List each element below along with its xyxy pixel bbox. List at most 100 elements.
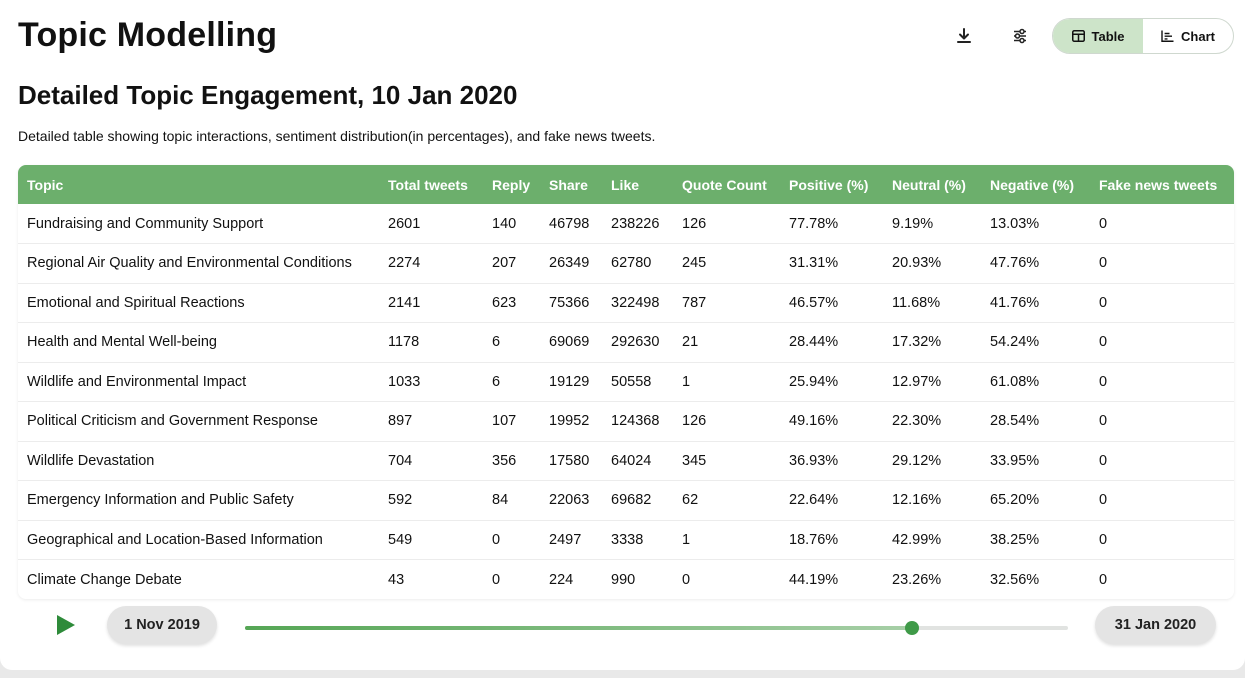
- column-header: Topic: [18, 165, 379, 204]
- table-cell: 26349: [540, 243, 602, 284]
- table-cell: 22.64%: [780, 480, 883, 521]
- table-cell: 47.76%: [981, 243, 1090, 284]
- download-button[interactable]: [952, 24, 976, 48]
- topic-cell: Emergency Information and Public Safety: [18, 480, 379, 521]
- table-cell: 36.93%: [780, 441, 883, 481]
- table-cell: 54.24%: [981, 322, 1090, 363]
- table-cell: 3338: [602, 520, 673, 560]
- timeline-slider[interactable]: [245, 621, 1068, 635]
- table-cell: 20.93%: [883, 243, 981, 284]
- table-cell: 84: [483, 480, 540, 521]
- table-row[interactable]: Wildlife and Environmental Impact 1033 6 19…: [18, 362, 1234, 402]
- engagement-table: Topic Total tweets Reply Share Like Quote Cou…: [18, 165, 1234, 599]
- table-cell: 69069: [540, 322, 602, 363]
- play-button[interactable]: [56, 614, 76, 636]
- table-cell: 44.19%: [789, 571, 839, 588]
- table-cell: 69682: [602, 480, 673, 521]
- column-header: Total tweets: [379, 165, 483, 204]
- table-icon: [1071, 30, 1085, 42]
- column-header: Negative (%): [981, 165, 1090, 204]
- table-cell: 32.56%: [990, 571, 1040, 588]
- table-row[interactable]: Fundraising and Community Support 2601 140…: [18, 204, 1234, 244]
- table-cell: 1: [673, 520, 780, 560]
- table-cell: 207: [483, 243, 540, 284]
- table-cell: 107: [483, 401, 540, 442]
- filter-settings-button[interactable]: [1008, 24, 1032, 48]
- topic-cell: Health and Mental Well-being: [18, 322, 379, 363]
- table-cell: 787: [673, 283, 780, 323]
- engagement-table-container: Topic Total tweets Reply Share Like Quote Cou…: [18, 165, 1234, 599]
- table-row[interactable]: Climate Change Debate 43 0 224 990 0 44.19% 23.…: [18, 560, 1234, 600]
- table-cell: 23.26%: [892, 571, 942, 588]
- table-cell: 549: [379, 520, 483, 560]
- table-cell: 19129: [540, 362, 602, 402]
- table-cell: 38.25%: [981, 520, 1090, 560]
- chart-view-label: Chart: [1181, 28, 1215, 44]
- table-cell: 75366: [540, 283, 602, 323]
- play-icon: [57, 615, 75, 635]
- table-row[interactable]: Emergency Information and Public Safety 5…: [18, 480, 1234, 521]
- table-cell: 28.54%: [981, 401, 1090, 442]
- table-cell: 12.16%: [883, 480, 981, 521]
- table-view-label: Table: [1091, 28, 1125, 44]
- table-view-button[interactable]: Table: [1053, 19, 1143, 53]
- table-cell: 62780: [602, 243, 673, 284]
- table-cell: 28.44%: [780, 322, 883, 363]
- table-cell: 322498: [602, 283, 673, 323]
- table-cell: 0: [492, 571, 501, 588]
- table-cell: 31.31%: [780, 243, 883, 284]
- table-row[interactable]: Regional Air Quality and Environmental C…: [18, 243, 1234, 284]
- app-title: Topic Modelling: [18, 16, 278, 54]
- table-row[interactable]: Health and Mental Well-being 1178 6 69069 29…: [18, 322, 1234, 363]
- table-cell: 0: [1099, 571, 1108, 588]
- table-cell: 1178: [379, 322, 483, 363]
- table-cell: 0: [1090, 441, 1234, 481]
- table-cell: 21: [673, 322, 780, 363]
- download-icon: [957, 28, 971, 43]
- table-cell: 22063: [540, 480, 602, 521]
- topic-cell: Emotional and Spiritual Reactions: [18, 283, 379, 323]
- table-cell: 704: [379, 441, 483, 481]
- table-cell: 11.68%: [883, 283, 981, 323]
- table-cell: 0: [1090, 480, 1234, 521]
- section-title: Detailed Topic Engagement, 10 Jan 2020: [18, 80, 518, 110]
- table-cell: 990: [611, 571, 636, 588]
- topic-cell: Wildlife Devastation: [18, 441, 379, 481]
- column-header: Neutral (%): [883, 165, 981, 204]
- table-cell: 65.20%: [981, 480, 1090, 521]
- table-cell: 13.03%: [981, 204, 1090, 244]
- chart-view-button[interactable]: Chart: [1143, 19, 1233, 53]
- view-toggle: Table Chart: [1052, 18, 1234, 54]
- table-cell: 29.12%: [883, 441, 981, 481]
- table-cell: 49.16%: [780, 401, 883, 442]
- topic-cell: Regional Air Quality and Environmental C…: [18, 243, 379, 284]
- table-cell: 18.76%: [780, 520, 883, 560]
- table-cell: 2497: [540, 520, 602, 560]
- timeline-slider-thumb[interactable]: [904, 621, 919, 635]
- column-header: Like: [602, 165, 673, 204]
- table-cell: 12.97%: [883, 362, 981, 402]
- end-date-label: 31 Jan 2020: [1095, 606, 1216, 644]
- table-row[interactable]: Emotional and Spiritual Reactions 2141 623…: [18, 283, 1234, 323]
- table-cell: 0: [1090, 362, 1234, 402]
- topic-cell: Fundraising and Community Support: [18, 204, 379, 244]
- table-cell: 41.76%: [981, 283, 1090, 323]
- table-cell: 224: [549, 571, 574, 588]
- table-cell: 0: [483, 520, 540, 560]
- table-cell: 245: [673, 243, 780, 284]
- start-date-label: 1 Nov 2019: [107, 606, 217, 644]
- main-card: Topic Modelling Table Chart Detailed Top…: [0, 0, 1245, 670]
- table-cell: 46.57%: [780, 283, 883, 323]
- table-cell: 33.95%: [981, 441, 1090, 481]
- table-row[interactable]: Geographical and Location-Based Informat…: [18, 520, 1234, 560]
- table-cell: 6: [483, 362, 540, 402]
- column-header: Quote Count: [673, 165, 780, 204]
- table-row[interactable]: Political Criticism and Government Respo…: [18, 401, 1234, 442]
- sliders-icon: [1014, 28, 1026, 44]
- table-row[interactable]: Wildlife Devastation 704 356 17580 64024 345 3…: [18, 441, 1234, 481]
- table-cell: 124368: [602, 401, 673, 442]
- table-cell: 292630: [602, 322, 673, 363]
- table-cell: 0: [1090, 243, 1234, 284]
- table-cell: 17580: [540, 441, 602, 481]
- table-cell: 42.99%: [883, 520, 981, 560]
